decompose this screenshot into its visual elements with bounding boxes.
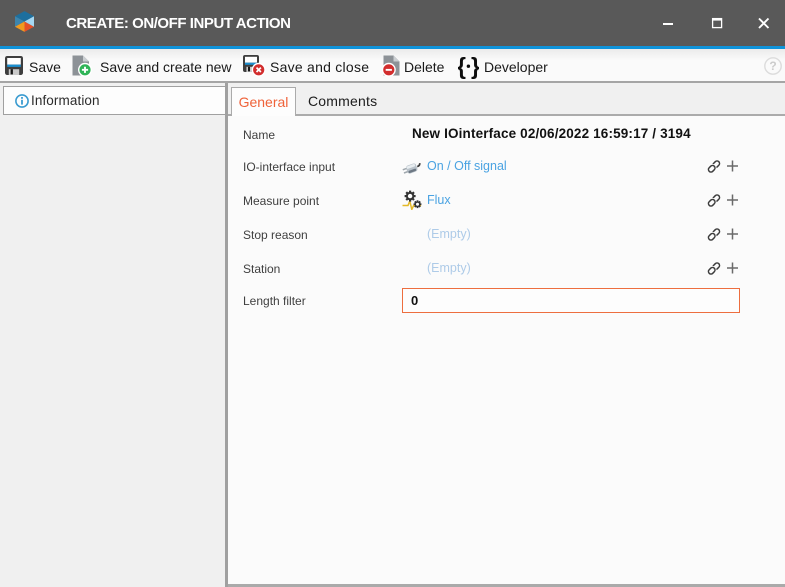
svg-text:{: { bbox=[458, 53, 466, 79]
svg-text:}: } bbox=[471, 53, 479, 79]
svg-text:?: ? bbox=[769, 59, 776, 73]
